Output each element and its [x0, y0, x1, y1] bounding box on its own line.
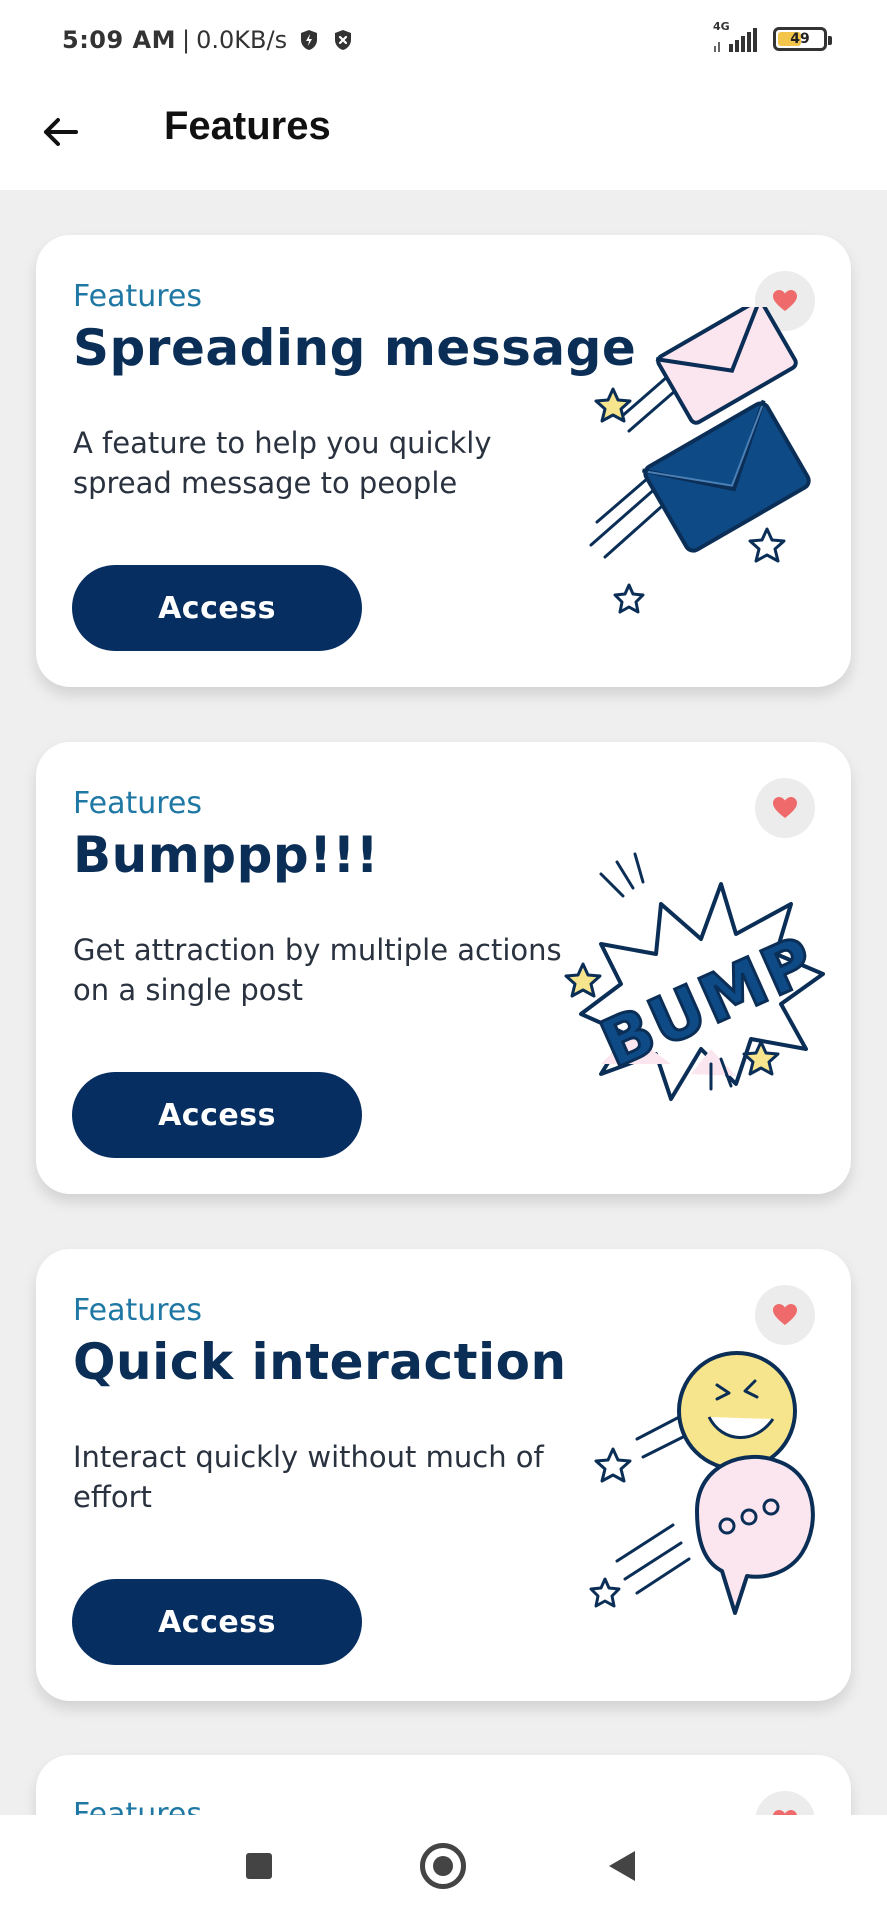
- feature-card-quick-interaction: Features Quick interaction Interact quic…: [36, 1249, 851, 1701]
- access-button[interactable]: Access: [72, 1072, 362, 1158]
- network-type-label: 4G: [713, 20, 730, 33]
- battery-level: 49: [790, 31, 810, 47]
- card-title: Quick interaction: [73, 1333, 567, 1391]
- flying-envelopes-illustration: [589, 307, 811, 614]
- card-kicker: Features: [73, 279, 202, 314]
- recent-apps-icon[interactable]: [246, 1853, 272, 1879]
- card-description: Get attraction by multiple actions on a …: [73, 933, 562, 1007]
- signal-strength-icon: 4G: [711, 20, 761, 54]
- status-separator: |: [182, 26, 191, 54]
- home-icon[interactable]: [420, 1843, 466, 1889]
- bump-burst-illustration: BUMP: [564, 852, 829, 1101]
- card-description: Interact quickly without much of effort: [73, 1440, 544, 1514]
- access-button[interactable]: Access: [72, 565, 362, 651]
- card-kicker: Features: [73, 786, 202, 821]
- network-speed: 0.0KB/s: [196, 26, 288, 54]
- app-bar: Features: [0, 80, 887, 190]
- access-button[interactable]: Access: [72, 1579, 362, 1665]
- status-time: 5:09 AM: [62, 26, 177, 54]
- nav-back-icon[interactable]: [609, 1851, 635, 1881]
- card-description: A feature to help you quickly spread mes…: [73, 426, 492, 500]
- home-icon-dot: [433, 1856, 453, 1876]
- features-screen: 5:09 AM | 0.0KB/s 4G 49 Features Feature…: [0, 0, 887, 1920]
- arrow-left-icon: [44, 118, 78, 146]
- status-right-cluster: 4G 49: [711, 20, 832, 54]
- feature-card-spreading-message: Features Spreading message A feature to …: [36, 235, 851, 687]
- back-button[interactable]: [34, 106, 86, 158]
- card-kicker: Features: [73, 1293, 202, 1328]
- vpn-shield-icon: [331, 28, 355, 52]
- system-navigation-bar: [0, 1815, 887, 1920]
- card-title: Spreading message: [73, 319, 637, 377]
- status-bar: 5:09 AM | 0.0KB/s 4G 49: [0, 0, 887, 80]
- battery-icon: 49: [773, 27, 832, 51]
- card-title: Bumppp!!!: [73, 826, 380, 884]
- data-saver-icon: [297, 28, 321, 52]
- chat-bubbles-illustration: [589, 1351, 815, 1615]
- feature-card-bumppp: Features Bumppp!!! Get attraction by mul…: [36, 742, 851, 1194]
- page-title: Features: [164, 104, 331, 148]
